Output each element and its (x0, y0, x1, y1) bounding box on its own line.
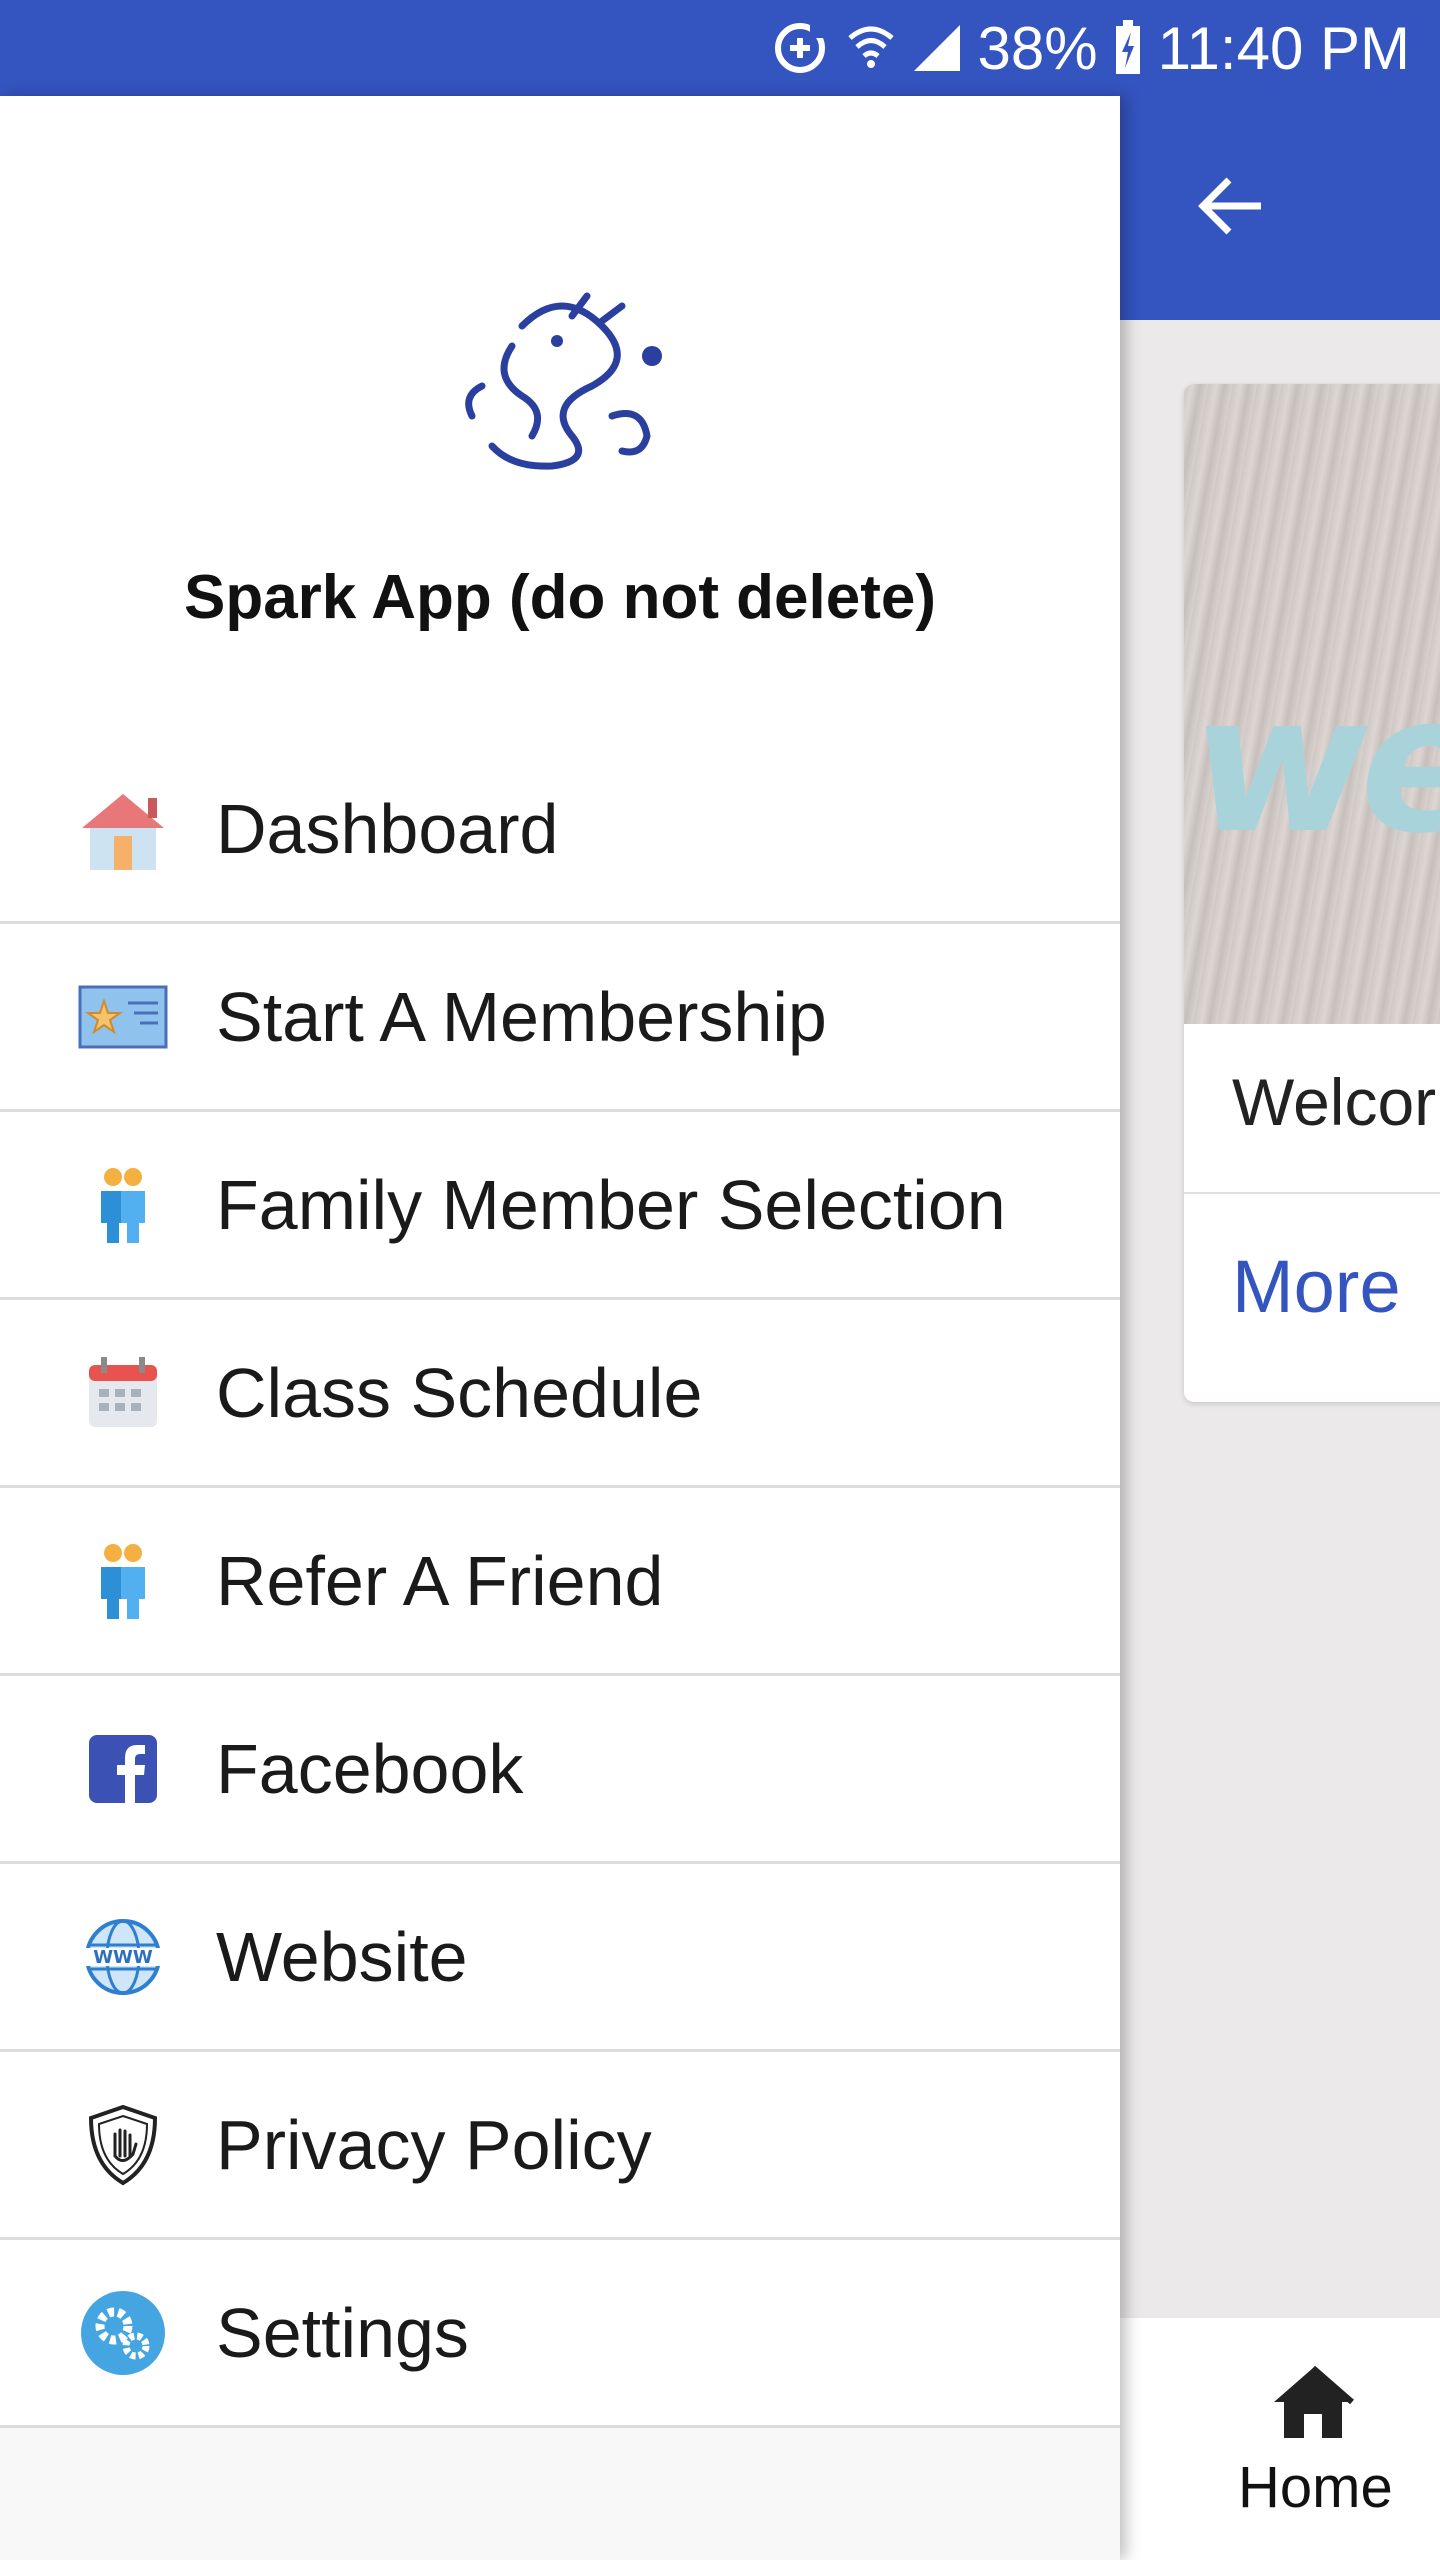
app-title: Spark App (do not delete) (183, 563, 937, 632)
menu-item-label: Website (216, 1917, 468, 1996)
card-image-word: we (1184, 654, 1440, 875)
sync-plus-icon (770, 18, 830, 78)
home-icon[interactable] (1268, 2362, 1358, 2442)
menu-item-label: Class Schedule (216, 1353, 703, 1432)
arrow-left-icon[interactable] (1190, 166, 1270, 246)
menu-item-label: Privacy Policy (216, 2105, 652, 2184)
menu-item-website[interactable]: WWW Website (0, 1864, 1120, 2052)
house-icon (78, 784, 168, 874)
menu-item-label: Refer A Friend (216, 1541, 664, 1620)
menu-item-label: Family Member Selection (216, 1165, 1006, 1244)
status-icons: 38% 11:40 PM (770, 0, 1410, 96)
menu-item-facebook[interactable]: Facebook (0, 1676, 1120, 1864)
welcome-card-title: Welcor (1232, 1065, 1437, 1139)
home-tab-label[interactable]: Home (1238, 2454, 1393, 2521)
card-divider (1184, 1192, 1440, 1194)
membership-card-icon (78, 972, 168, 1062)
bottom-navigation: Home (1120, 2318, 1440, 2560)
more-link[interactable]: More (1232, 1244, 1401, 1329)
clock: 11:40 PM (1157, 14, 1410, 82)
dragon-logo (452, 286, 672, 476)
svg-text:WWW: WWW (93, 1947, 153, 1968)
family-icon (78, 1160, 168, 1250)
menu-item-refer-a-friend[interactable]: Refer A Friend (0, 1488, 1120, 1676)
menu-item-privacy-policy[interactable]: Privacy Policy (0, 2052, 1120, 2240)
globe-www-icon: WWW (78, 1912, 168, 2002)
menu-item-label: Start A Membership (216, 977, 827, 1056)
menu-item-class-schedule[interactable]: Class Schedule (0, 1300, 1120, 1488)
battery-percent: 38% (977, 14, 1098, 82)
drawer-menu: Dashboard Start A Membership Family Memb… (0, 736, 1120, 2428)
menu-item-start-membership[interactable]: Start A Membership (0, 924, 1120, 1112)
shield-hand-icon (78, 2100, 168, 2190)
welcome-card-image: we (1184, 384, 1440, 1024)
battery-charging-icon (1114, 20, 1142, 76)
menu-item-settings[interactable]: Settings (0, 2240, 1120, 2428)
gears-icon (78, 2288, 168, 2378)
wifi-icon (846, 20, 896, 76)
menu-item-family-member-selection[interactable]: Family Member Selection (0, 1112, 1120, 1300)
facebook-icon (78, 1724, 168, 1814)
status-bar: 38% 11:40 PM (0, 0, 1440, 96)
menu-item-label: Facebook (216, 1729, 524, 1808)
navigation-drawer: Spark App (do not delete) Dashboard Star… (0, 96, 1120, 2560)
drawer-header: Spark App (do not delete) (0, 96, 1120, 736)
welcome-card[interactable]: we Welcor More (1184, 384, 1440, 1402)
menu-item-dashboard[interactable]: Dashboard (0, 736, 1120, 924)
signal-icon (912, 23, 962, 73)
calendar-icon (78, 1348, 168, 1438)
menu-item-label: Dashboard (216, 789, 559, 868)
menu-item-label: Settings (216, 2293, 469, 2372)
friends-icon (78, 1536, 168, 1626)
